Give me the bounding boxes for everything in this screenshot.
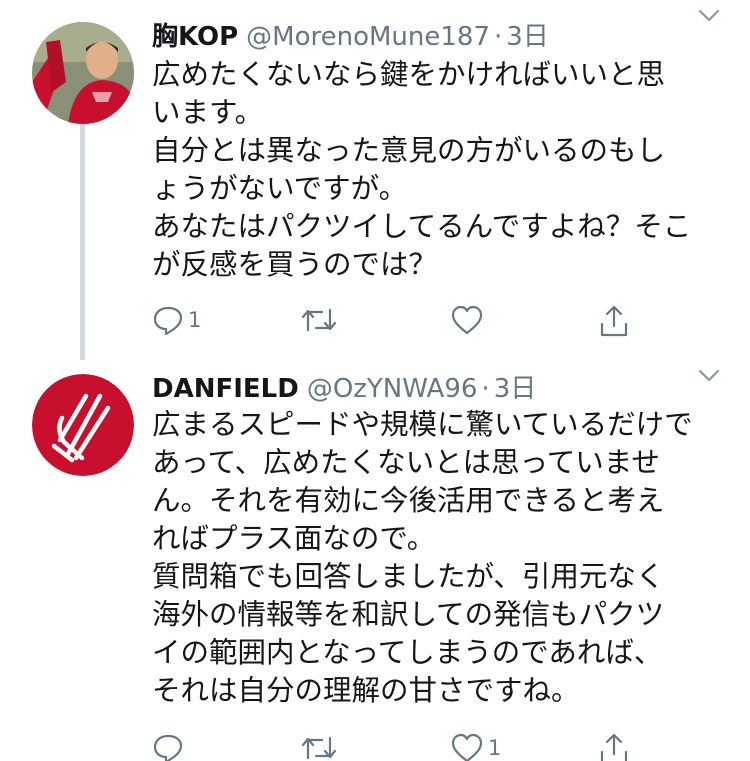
share-icon <box>598 732 630 761</box>
reply-button[interactable]: 1 <box>152 304 201 336</box>
like-count: 1 <box>488 736 502 760</box>
share-button[interactable] <box>598 304 630 338</box>
tweet-text-line: 広めたくないなら鍵をかければいいと思 <box>152 58 666 91</box>
tweet-header: DANFIELD @OzYNWA96 · 3日 <box>152 368 730 405</box>
user-handle[interactable]: @MorenoMune187 <box>246 22 490 52</box>
tweet-text-line: あって、広めたくないとは思っていませ <box>152 446 660 479</box>
chevron-down-icon[interactable] <box>698 368 720 387</box>
share-icon <box>598 304 630 338</box>
tweet-text-line: 自分とは異なった意見の方がいるのもし <box>152 134 666 167</box>
tweet-text-line: 広まるスピードや規模に驚いているだけで <box>152 408 693 441</box>
display-name[interactable]: DANFIELD <box>152 374 299 404</box>
retweet-button[interactable] <box>300 304 342 336</box>
retweet-icon <box>300 304 338 336</box>
tweet-text-line: 質問箱でも回答しましたが、引用元なく <box>152 560 665 593</box>
tweet-text-line: ん。それを有効に今後活用できると考え <box>152 484 665 517</box>
user-handle[interactable]: @OzYNWA96 <box>307 374 478 404</box>
tweet-actions: 1 <box>152 732 642 761</box>
reply-button[interactable] <box>152 732 188 761</box>
tweet-text-line: います。 <box>152 96 264 129</box>
tweet[interactable]: DANFIELD @OzYNWA96 · 3日 広まるスピードや規模に驚いている… <box>0 360 750 761</box>
tweet-text-line: 海外の情報等を和訳しての発信もパクツ <box>152 598 665 631</box>
tweet-text-line: それは自分の理解の甘さですね。 <box>152 674 580 707</box>
tweet-actions: 1 <box>152 304 642 344</box>
like-button[interactable]: 1 <box>450 732 501 761</box>
heart-icon <box>450 304 484 336</box>
reply-count: 1 <box>188 308 202 332</box>
display-name[interactable]: 胸KOP <box>152 16 238 53</box>
separator-dot: · <box>481 374 490 404</box>
retweet-icon <box>300 732 338 761</box>
timestamp[interactable]: 3日 <box>494 368 537 405</box>
reply-icon <box>152 732 184 761</box>
like-button[interactable] <box>450 304 488 336</box>
tweet-text-line: が反感を買うのでは？ <box>152 248 438 281</box>
heart-icon <box>450 732 484 761</box>
tweet-text: 広めたくないなら鍵をかければいいと思 います。 自分とは異なった意見の方がいるの… <box>152 56 732 284</box>
tweet-text-line: あなたはパクツイしてるんですよね？そこ <box>152 210 692 243</box>
timestamp[interactable]: 3日 <box>506 16 549 53</box>
separator-dot: · <box>494 22 503 52</box>
tweet-text-line: ればプラス面なので。 <box>152 522 436 555</box>
tweet-text-line: イの範囲内となってしまうのであれば、 <box>152 636 663 669</box>
retweet-button[interactable] <box>300 732 342 761</box>
tweet[interactable]: 胸KOP @MorenoMune187 · 3日 広めたくないなら鍵をかければい… <box>0 0 750 360</box>
chevron-down-icon[interactable] <box>698 8 720 27</box>
tweet-header: 胸KOP @MorenoMune187 · 3日 <box>152 16 730 53</box>
reply-icon <box>152 304 184 336</box>
tweet-text-line: ょうがないですが。 <box>152 172 408 205</box>
tweet-text: 広まるスピードや規模に驚いているだけで あって、広めたくないとは思っていませ ん… <box>152 406 732 710</box>
share-button[interactable] <box>598 732 630 761</box>
thread-line <box>80 124 85 360</box>
avatar[interactable] <box>32 22 134 124</box>
avatar[interactable] <box>32 374 134 476</box>
